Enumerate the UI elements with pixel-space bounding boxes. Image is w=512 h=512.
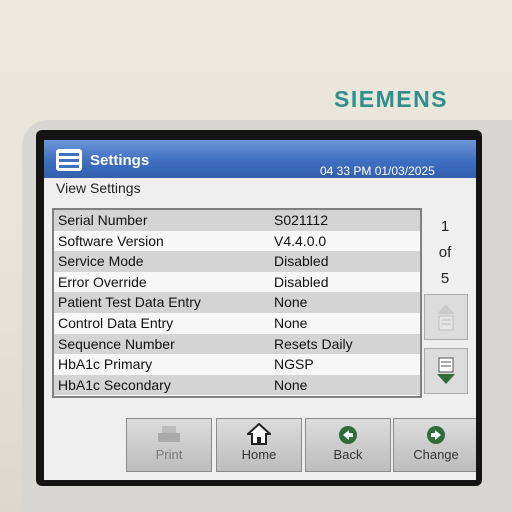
print-label: Print [155, 447, 183, 462]
page-up-button[interactable] [424, 294, 468, 340]
setting-label: Patient Test Data Entry [58, 294, 201, 311]
setting-label: Error Override [58, 273, 147, 290]
title-bar: Settings 04 33 PM 01/03/2025 [44, 140, 476, 178]
menu-list-icon[interactable] [56, 149, 82, 171]
table-row: Sequence Number Resets Daily [54, 333, 420, 355]
setting-label: Software Version [58, 232, 164, 249]
print-button[interactable]: Print [126, 418, 212, 472]
house-icon [247, 423, 271, 445]
table-row: Error Override Disabled [54, 271, 420, 293]
page-indicator: 1 of 5 [422, 214, 468, 292]
setting-label: Serial Number [58, 212, 148, 228]
home-button[interactable]: Home [216, 418, 302, 472]
settings-table: Serial Number S021112 Software Version V4.… [52, 208, 422, 398]
setting-value: None [274, 294, 308, 311]
setting-label: Sequence Number [58, 335, 175, 352]
table-row: HbA1c Secondary None [54, 374, 420, 396]
device-screen: Settings 04 33 PM 01/03/2025 View Settin… [44, 140, 476, 480]
setting-value: Disabled [274, 273, 329, 290]
table-row: Software Version V4.4.0.0 [54, 230, 420, 252]
bottom-toolbar: Print Home Back Change [44, 414, 476, 480]
setting-label: HbA1c Primary [58, 356, 153, 373]
change-button[interactable]: Change [393, 418, 476, 472]
brand-logo: SIEMENS [334, 86, 449, 112]
page-down-icon [437, 357, 455, 384]
page-current: 1 [440, 218, 450, 235]
setting-value: None [274, 376, 308, 393]
back-label: Back [333, 447, 363, 462]
page-up-icon [437, 304, 455, 331]
page-total: 5 [440, 270, 450, 287]
setting-value: None [274, 314, 308, 331]
date-time: 04 33 PM 01/03/2025 [320, 164, 435, 178]
setting-value: NGSP [274, 356, 314, 373]
setting-value: Disabled [274, 253, 329, 270]
table-row: Serial Number S021112 [54, 210, 420, 231]
setting-value: S021112 [274, 212, 328, 228]
table-row: Patient Test Data Entry None [54, 292, 420, 313]
printer-icon [158, 426, 180, 442]
setting-value: V4.4.0.0 [274, 232, 327, 249]
home-label: Home [241, 447, 277, 462]
back-arrow-icon [339, 426, 357, 444]
table-row: HbA1c Primary NGSP [54, 354, 420, 375]
page-title: Settings [90, 152, 150, 169]
setting-value: Resets Daily [274, 335, 353, 352]
setting-label: Control Data Entry [58, 314, 174, 331]
forward-arrow-icon [427, 426, 445, 444]
page-down-button[interactable] [424, 348, 468, 394]
table-row: Service Mode Disabled [54, 251, 420, 272]
page-subtitle: View Settings [56, 180, 141, 196]
table-row: Control Data Entry None [54, 312, 420, 334]
change-label: Change [413, 447, 459, 462]
setting-label: Service Mode [58, 253, 144, 270]
back-button[interactable]: Back [305, 418, 391, 472]
page-of: of [438, 244, 452, 261]
setting-label: HbA1c Secondary [58, 376, 171, 393]
